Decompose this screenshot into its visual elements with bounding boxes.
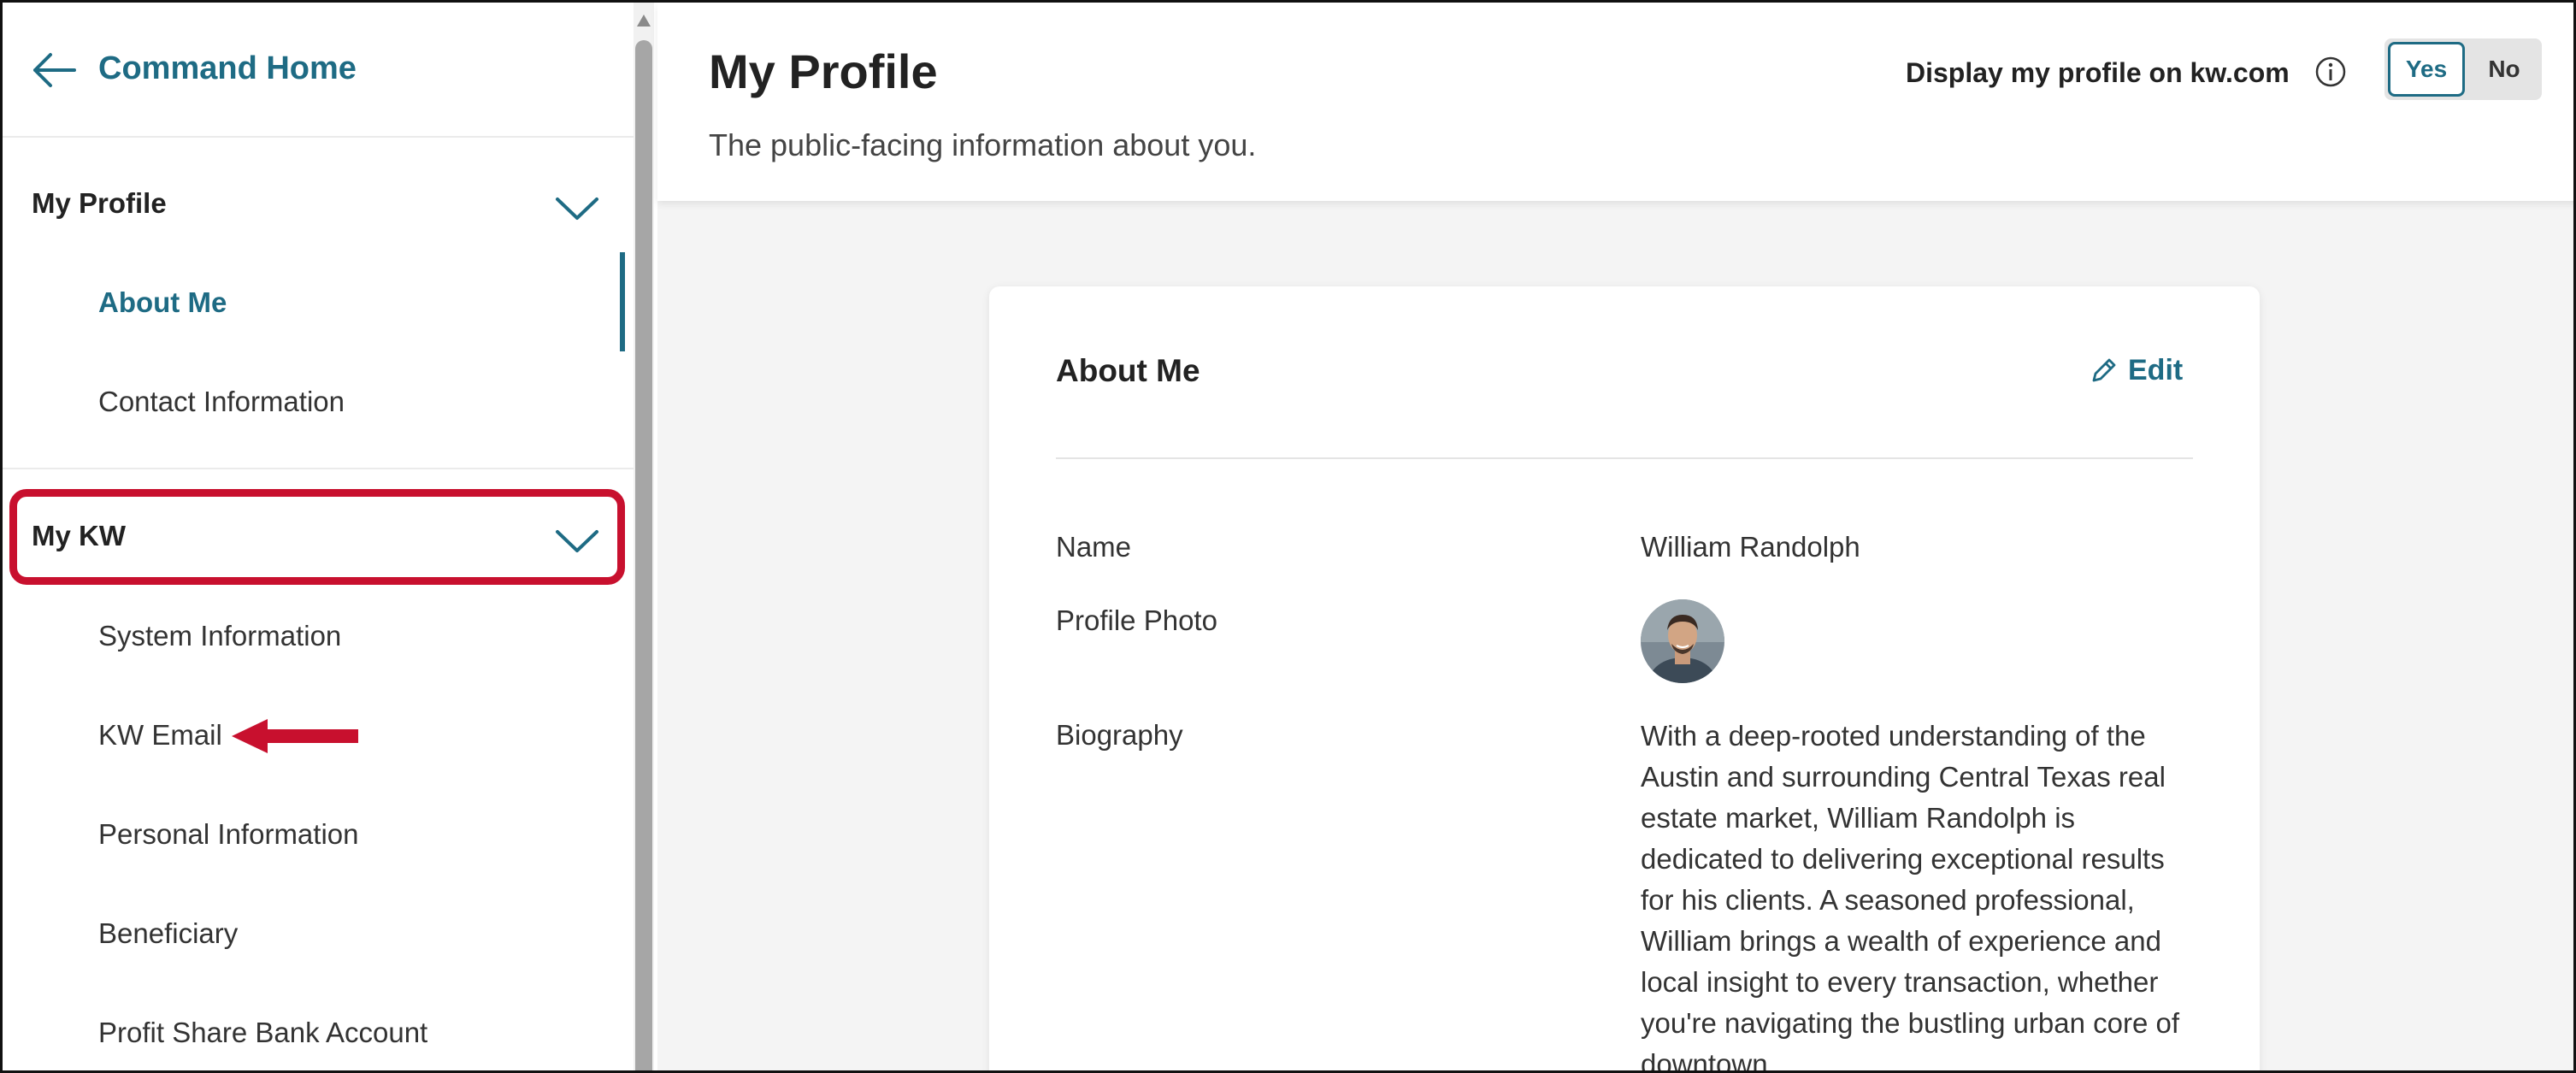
sidebar-item-about-me[interactable]: About Me <box>3 252 637 351</box>
edit-button[interactable]: Edit <box>2089 351 2183 389</box>
card-divider <box>1056 457 2193 459</box>
page-subtitle: The public-facing information about you. <box>709 127 1257 162</box>
sidebar-item-personal-information[interactable]: Personal Information <box>3 784 637 883</box>
page-header: My Profile The public-facing information… <box>657 3 2573 201</box>
sidebar-item-label: About Me <box>98 286 227 318</box>
profile-photo-label: Profile Photo <box>1056 604 1217 636</box>
app-window: Command Home My Profile About Me Contact… <box>0 0 2576 1073</box>
scrollbar-thumb[interactable] <box>635 40 652 1070</box>
avatar <box>1641 599 1724 683</box>
display-profile-toggle: Yes No <box>2384 38 2542 100</box>
toggle-yes-button[interactable]: Yes <box>2388 42 2465 97</box>
sidebar-divider <box>3 468 637 469</box>
biography-label: Biography <box>1056 719 1183 751</box>
sidebar-item-profit-share-bank-account[interactable]: Profit Share Bank Account <box>3 982 637 1070</box>
sidebar: Command Home My Profile About Me Contact… <box>3 3 637 1070</box>
sidebar-item-label: Beneficiary <box>98 917 239 949</box>
page-title: My Profile <box>709 44 938 98</box>
avatar-photo-icon <box>1641 599 1724 683</box>
card-title: About Me <box>1056 353 1200 388</box>
display-profile-label: Display my profile on kw.com <box>1906 57 2290 88</box>
highlight-annotation-box <box>9 489 625 585</box>
sidebar-item-beneficiary[interactable]: Beneficiary <box>3 883 637 982</box>
about-me-card: About Me Edit Name William Randolph Prof… <box>989 286 2260 1073</box>
name-value: William Randolph <box>1641 531 1860 563</box>
chevron-down-icon <box>556 198 598 220</box>
scroll-up-icon[interactable] <box>636 13 651 28</box>
section-label: My Profile <box>32 187 167 219</box>
sidebar-scrollbar[interactable] <box>634 3 654 1070</box>
sidebar-item-label: Profit Share Bank Account <box>98 1017 428 1048</box>
command-home-label: Command Home <box>98 50 357 86</box>
annotation-arrow-icon <box>232 719 358 753</box>
sidebar-item-system-information[interactable]: System Information <box>3 586 637 685</box>
section-my-profile[interactable]: My Profile <box>3 153 637 252</box>
command-home-link[interactable]: Command Home <box>3 3 637 138</box>
sidebar-item-contact-information[interactable]: Contact Information <box>3 351 637 451</box>
pencil-icon <box>2092 358 2116 382</box>
biography-value: With a deep-rooted understanding of the … <box>1641 720 2180 1073</box>
toggle-no-button[interactable]: No <box>2470 42 2538 97</box>
name-label: Name <box>1056 531 1132 563</box>
main-content: My Profile The public-facing information… <box>657 3 2573 1073</box>
arrow-left-icon <box>33 53 76 87</box>
sidebar-item-label: System Information <box>98 620 342 651</box>
edit-label: Edit <box>2128 353 2184 386</box>
info-icon[interactable] <box>2314 56 2347 88</box>
sidebar-item-label: Personal Information <box>98 818 359 850</box>
sidebar-item-label: KW Email <box>98 719 222 751</box>
sidebar-item-label: Contact Information <box>98 386 345 417</box>
